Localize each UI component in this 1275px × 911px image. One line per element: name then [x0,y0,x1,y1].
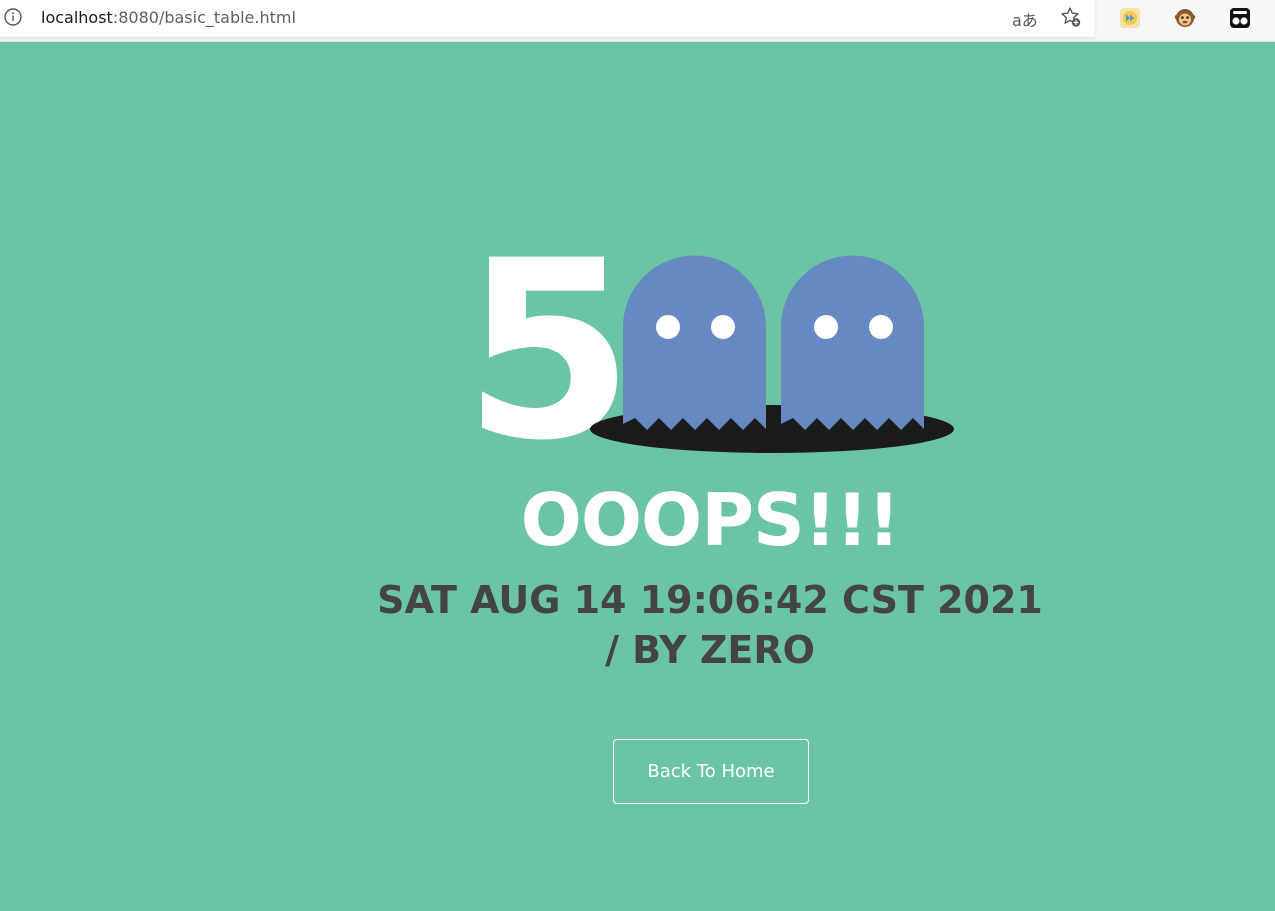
ghost-icon [623,255,766,430]
url-host: localhost [41,8,113,27]
ghost-icon [781,255,924,430]
error-message: SAT AUG 14 19:06:42 CST 2021 / BY ZERO [360,575,1060,675]
error-page: 5 OOOPS!!! SAT AUG 14 19:06:42 CST 2021 … [0,43,1275,911]
url-text[interactable]: localhost:8080/basic_table.html [41,8,296,27]
url-path: :8080/basic_table.html [112,8,296,27]
info-icon[interactable] [3,7,23,27]
browser-toolbar: localhost:8080/basic_table.html aあ [0,0,1275,42]
error-title: OOOPS!!! [520,478,901,562]
monkey-extension-icon[interactable] [1173,6,1197,30]
fast-forward-extension-icon[interactable] [1118,6,1142,30]
back-to-home-button[interactable]: Back To Home [613,739,809,804]
error-500-graphic: 5 [463,239,954,459]
error-reason: / BY ZERO [605,628,815,672]
read-aloud-icon[interactable]: aあ [1012,7,1038,30]
address-bar[interactable]: localhost:8080/basic_table.html aあ [0,0,1095,37]
tampermonkey-extension-icon[interactable] [1228,6,1252,30]
favorite-add-icon[interactable] [1059,5,1083,29]
error-timestamp: SAT AUG 14 19:06:42 CST 2021 [377,578,1043,622]
